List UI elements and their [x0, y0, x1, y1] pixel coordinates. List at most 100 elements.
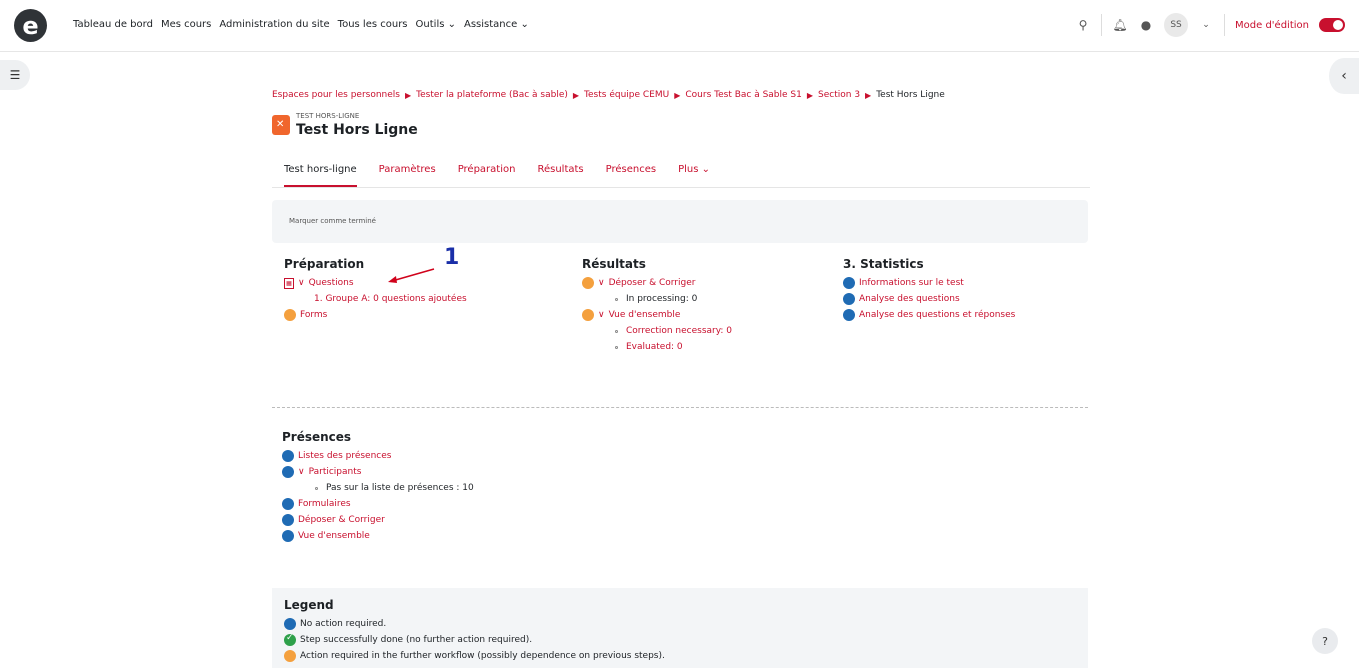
deposer-corriger-link[interactable]: Déposer & Corriger	[609, 278, 696, 288]
list-icon: ☰	[9, 68, 21, 82]
chevron-down-icon[interactable]: ∨	[598, 310, 605, 320]
tab-preparation[interactable]: Préparation	[458, 156, 516, 187]
nav-all-courses[interactable]: Tous les cours	[338, 19, 408, 30]
status-blue-icon	[282, 466, 294, 478]
breadcrumb-separator-icon: ▶	[405, 90, 412, 100]
tab-plus[interactable]: Plus ⌄	[678, 156, 710, 187]
avatar[interactable]: SS	[1164, 13, 1189, 37]
correction-necessary-link[interactable]: Correction necessary: 0	[626, 326, 732, 336]
deposer-corriger-link[interactable]: Déposer & Corriger	[298, 515, 385, 525]
bell-icon[interactable]: 🔔︎	[1112, 18, 1128, 32]
tab-presences[interactable]: Présences	[606, 156, 656, 187]
nav-site-admin[interactable]: Administration du site	[219, 19, 329, 30]
breadcrumb: Espaces pour les personnels ▶ Tester la …	[272, 90, 1090, 100]
status-blue-icon	[282, 498, 294, 510]
chevron-down-icon[interactable]: ∨	[598, 278, 605, 288]
annotation-arrow-icon	[388, 268, 435, 283]
breadcrumb-separator-icon: ▶	[865, 90, 872, 100]
not-on-list-text: Pas sur la liste de présences : 10	[326, 483, 474, 493]
help-button[interactable]: ?	[1312, 628, 1338, 654]
breadcrumb-item[interactable]: Tester la plateforme (Bac à sable)	[416, 90, 568, 100]
forms-link[interactable]: Formulaires	[298, 499, 351, 509]
evaluated-link[interactable]: Evaluated: 0	[626, 342, 683, 352]
course-index-toggle[interactable]: ☰	[0, 60, 30, 90]
divider	[1101, 14, 1103, 36]
primary-navigation: Tableau de bord Mes cours Administration…	[73, 19, 529, 30]
presences-row: Formulaires	[282, 496, 1090, 512]
breadcrumb-item[interactable]: Tests équipe CEMU	[584, 90, 669, 100]
status-blue-icon	[843, 293, 855, 305]
mark-as-done-area: Marquer comme terminé	[272, 200, 1088, 243]
chevron-down-icon[interactable]: ∨	[298, 467, 305, 477]
legend-row: Action required in the further workflow …	[284, 648, 1076, 664]
status-blue-icon	[282, 450, 294, 462]
block-drawer-toggle[interactable]: ‹	[1329, 58, 1359, 94]
results-column: Résultats ∨ Déposer & Corriger In proces…	[582, 257, 842, 355]
legend-text: Action required in the further workflow …	[300, 651, 665, 661]
participants-link[interactable]: Participants	[309, 467, 362, 477]
bullet-icon	[615, 345, 618, 349]
preparation-column: Préparation ▦ ∨ Questions 1. Groupe A: 0…	[284, 245, 544, 323]
results-heading: Résultats	[582, 257, 646, 271]
bullet-icon	[315, 486, 318, 490]
presences-row: Listes des présences	[282, 448, 1090, 464]
nav-my-courses[interactable]: Mes cours	[161, 19, 211, 30]
forms-link[interactable]: Forms	[300, 310, 327, 320]
secondary-navigation: Test hors-ligne Paramètres Préparation R…	[272, 156, 1090, 188]
chevron-down-icon[interactable]: ∨	[298, 278, 305, 288]
questions-sub-row: 1. Groupe A: 0 questions ajoutées	[284, 291, 544, 307]
group-a-link[interactable]: 1. Groupe A: 0 questions ajoutées	[314, 294, 467, 304]
search-icon[interactable]: ⚲	[1075, 18, 1091, 32]
nav-dashboard[interactable]: Tableau de bord	[73, 19, 153, 30]
nav-help-menu[interactable]: Assistance ⌄	[464, 19, 529, 30]
chevron-down-icon[interactable]: ⌄	[1198, 20, 1214, 30]
nav-tools-menu[interactable]: Outils ⌄	[416, 19, 456, 30]
statistics-row: Informations sur le test	[843, 275, 1103, 291]
user-navigation: ⚲ 🔔︎ ● SS ⌄ Mode d'édition	[1075, 13, 1345, 37]
question-analysis-link[interactable]: Analyse des questions	[859, 294, 960, 304]
tab-test-hors-ligne[interactable]: Test hors-ligne	[284, 156, 357, 187]
presences-section: Présences Listes des présences ∨ Partici…	[272, 430, 1090, 544]
vue-ensemble-link[interactable]: Vue d'ensemble	[609, 310, 681, 320]
chat-icon[interactable]: ●	[1138, 18, 1154, 32]
breadcrumb-item[interactable]: Espaces pour les personnels	[272, 90, 400, 100]
breadcrumb-item[interactable]: Cours Test Bac à Sable S1	[685, 90, 801, 100]
workflow-columns: Préparation ▦ ∨ Questions 1. Groupe A: 0…	[272, 245, 1090, 407]
statistics-column: 3. Statistics Informations sur le test A…	[843, 257, 1103, 323]
deposer-row: ∨ Déposer & Corriger	[582, 275, 842, 291]
breadcrumb-item[interactable]: Section 3	[818, 90, 860, 100]
page-title: Test Hors Ligne	[296, 122, 418, 138]
status-orange-icon	[284, 309, 296, 321]
status-blue-icon	[284, 618, 296, 630]
statistics-heading: 3. Statistics	[843, 257, 924, 271]
question-answer-analysis-link[interactable]: Analyse des questions et réponses	[859, 310, 1015, 320]
test-info-link[interactable]: Informations sur le test	[859, 278, 964, 288]
mark-as-done-button[interactable]: Marquer comme terminé	[289, 217, 376, 225]
bullet-icon	[615, 329, 618, 333]
question-bank-icon: ▦	[284, 277, 294, 289]
tab-resultats[interactable]: Résultats	[537, 156, 583, 187]
edit-mode-label: Mode d'édition	[1235, 19, 1309, 31]
participants-sub-row: Pas sur la liste de présences : 10	[282, 480, 1090, 496]
breadcrumb-current: Test Hors Ligne	[876, 90, 945, 100]
chevron-left-icon: ‹	[1341, 68, 1347, 84]
breadcrumb-separator-icon: ▶	[674, 90, 681, 100]
annotation-number: 1	[444, 245, 460, 270]
questions-link[interactable]: Questions	[309, 278, 354, 288]
vue-sub-row: Evaluated: 0	[582, 339, 842, 355]
vue-sub-row: Correction necessary: 0	[582, 323, 842, 339]
edit-mode-toggle[interactable]	[1319, 18, 1345, 32]
attendance-lists-link[interactable]: Listes des présences	[298, 451, 391, 461]
vue-ensemble-link[interactable]: Vue d'ensemble	[298, 531, 370, 541]
offline-quiz-icon	[272, 115, 290, 135]
section-divider	[272, 407, 1088, 408]
status-orange-icon	[582, 309, 594, 321]
status-orange-icon	[284, 650, 296, 662]
legend-row: Step successfully done (no further actio…	[284, 632, 1076, 648]
bullet-icon	[615, 297, 618, 301]
in-processing-text: In processing: 0	[626, 294, 698, 304]
site-logo[interactable]: e	[14, 9, 47, 42]
tab-parametres[interactable]: Paramètres	[379, 156, 436, 187]
main-content: Espaces pour les personnels ▶ Tester la …	[272, 90, 1090, 544]
divider	[1224, 14, 1226, 36]
